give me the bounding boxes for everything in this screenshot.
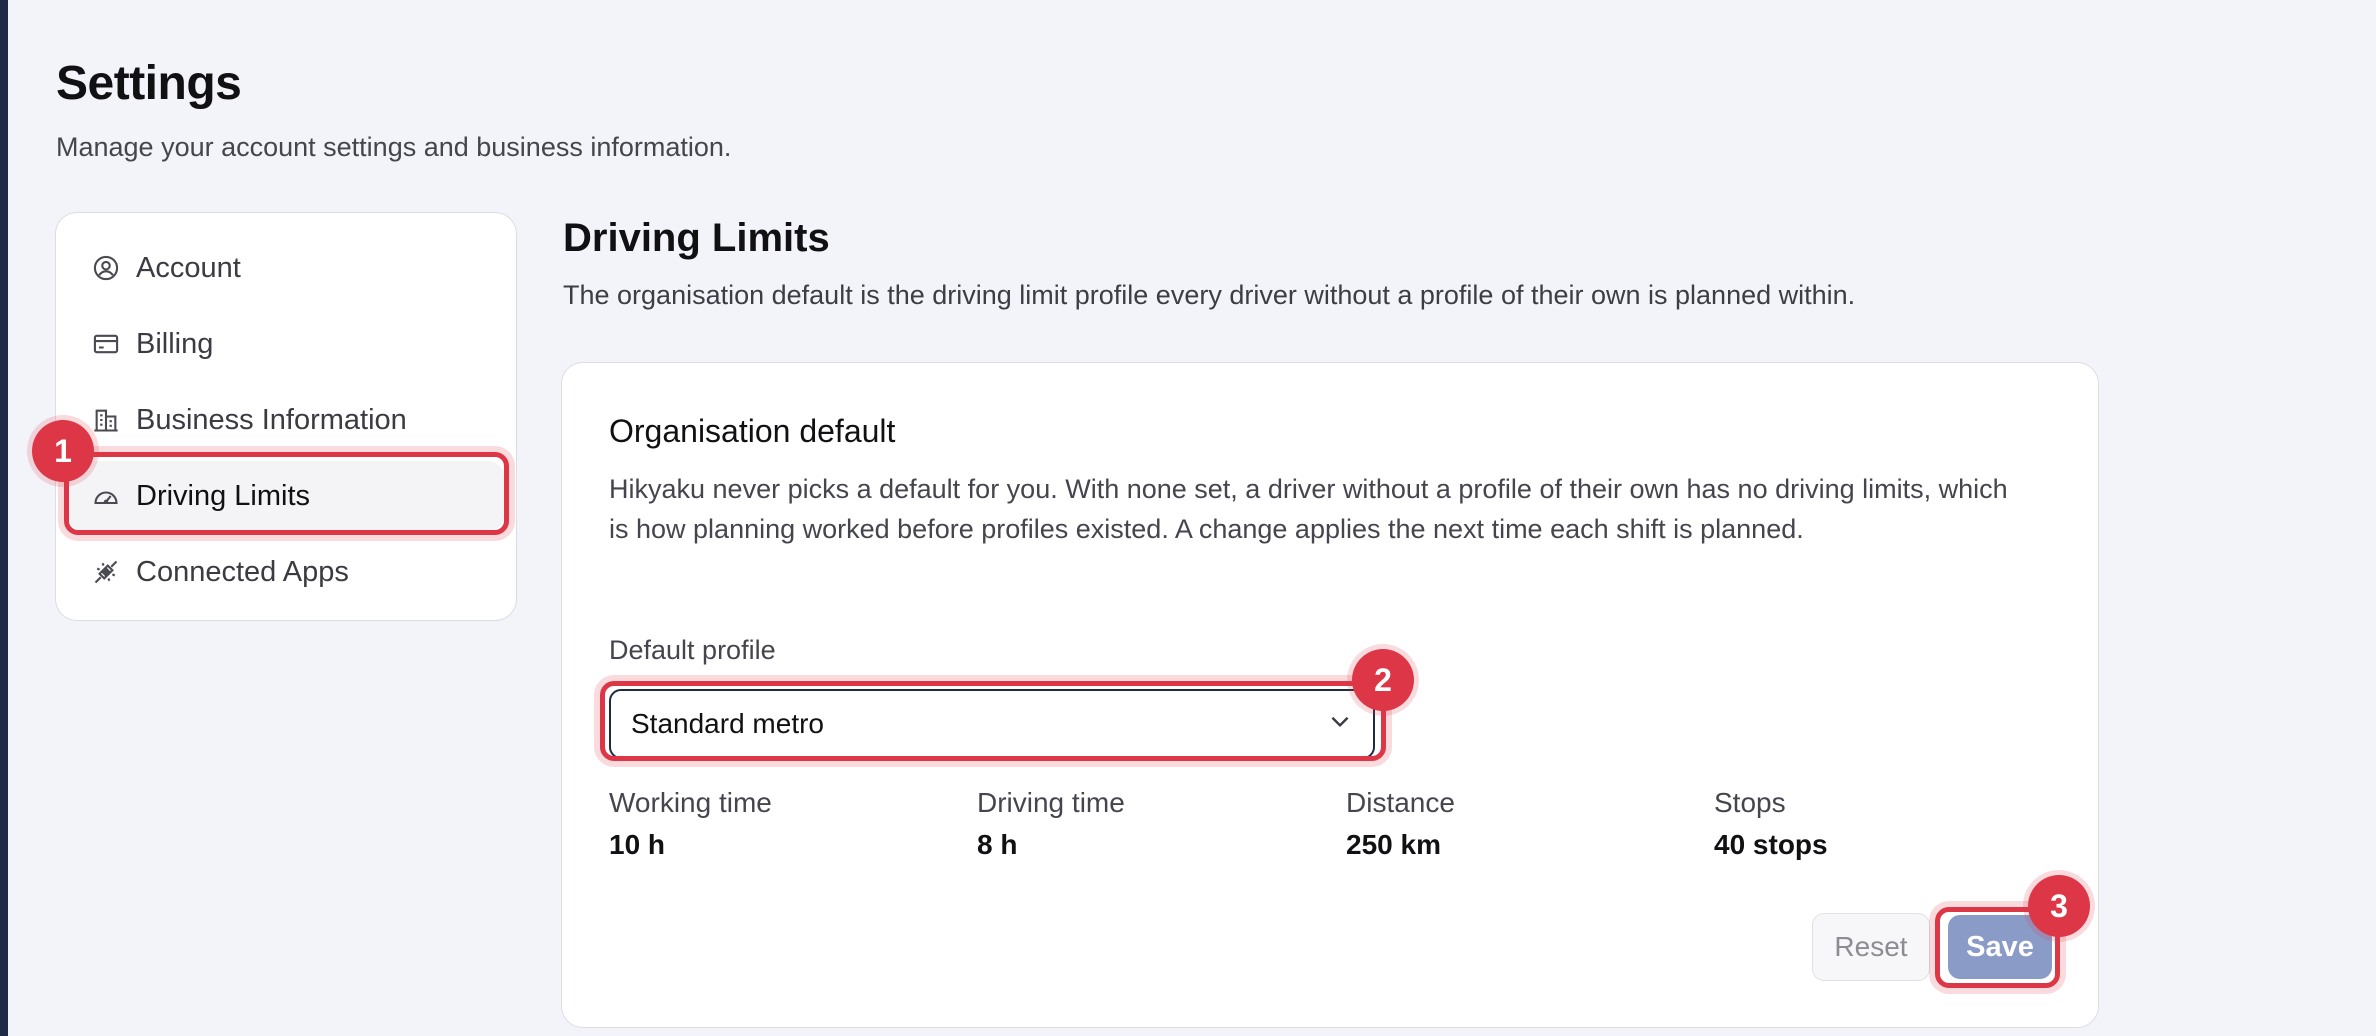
reset-button[interactable]: Reset — [1812, 913, 1930, 981]
page-title: Settings — [56, 57, 242, 110]
stat-label: Driving time — [977, 787, 1125, 818]
chevron-down-icon — [1327, 708, 1353, 741]
card-title: Organisation default — [609, 413, 896, 449]
section-description: The organisation default is the driving … — [563, 280, 1856, 310]
sidebar-item-label: Billing — [136, 327, 214, 360]
sidebar-item-business-information[interactable]: Business Information — [68, 385, 504, 455]
sidebar-item-label: Business Information — [136, 403, 407, 436]
stat-label: Stops — [1714, 787, 1786, 818]
stat-distance: Distance 250 km — [1346, 787, 1455, 861]
default-profile-select[interactable]: Standard metro — [609, 689, 1375, 759]
account-circle-icon — [92, 254, 120, 282]
default-profile-label: Default profile — [609, 635, 776, 665]
annotation-badge-1: 1 — [32, 420, 94, 482]
annotation-badge-3: 3 — [2028, 875, 2090, 937]
selected-profile-value: Standard metro — [631, 708, 824, 739]
settings-sidebar: Account Billing Business Information Dri… — [55, 212, 517, 621]
credit-card-icon — [92, 330, 120, 358]
sidebar-item-label: Account — [136, 251, 241, 284]
stat-value: 40 stops — [1714, 829, 1828, 860]
card-description: Hikyaku never picks a default for you. W… — [609, 474, 2008, 544]
sidebar-item-connected-apps[interactable]: Connected Apps — [68, 537, 504, 607]
sidebar-item-label: Driving Limits — [136, 479, 311, 512]
plug-icon — [92, 558, 120, 586]
organisation-default-card: Organisation default Hikyaku never picks… — [561, 362, 2099, 1028]
window-left-edge — [0, 0, 8, 1036]
section-title: Driving Limits — [563, 216, 830, 260]
building-icon — [92, 406, 120, 434]
speedometer-icon — [92, 482, 120, 510]
stat-label: Distance — [1346, 787, 1455, 818]
stat-value: 10 h — [609, 829, 666, 860]
stat-stops: Stops 40 stops — [1714, 787, 1828, 861]
stat-label: Working time — [609, 787, 772, 818]
stat-working-time: Working time 10 h — [609, 787, 772, 861]
page-subtitle: Manage your account settings and busines… — [56, 132, 732, 162]
sidebar-item-driving-limits[interactable]: Driving Limits — [68, 461, 504, 531]
stat-value: 250 km — [1346, 829, 1441, 860]
sidebar-item-billing[interactable]: Billing — [68, 309, 504, 379]
sidebar-item-label: Connected Apps — [136, 555, 349, 588]
sidebar-item-account[interactable]: Account — [68, 233, 504, 303]
stat-driving-time: Driving time 8 h — [977, 787, 1125, 861]
annotation-badge-2: 2 — [1352, 649, 1414, 711]
stat-value: 8 h — [977, 829, 1018, 860]
